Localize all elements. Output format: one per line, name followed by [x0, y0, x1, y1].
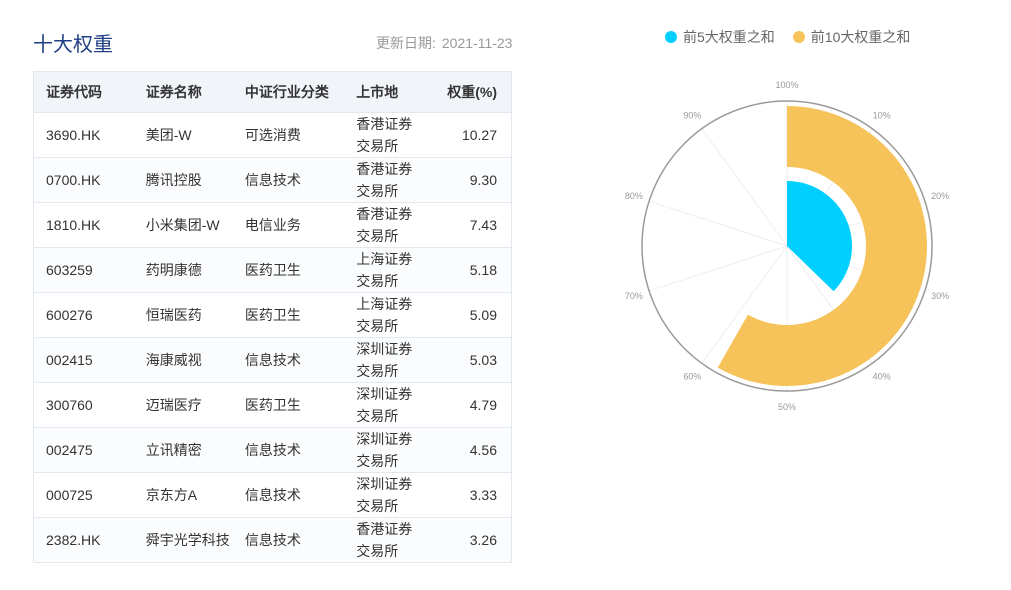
angle-gridline: [702, 129, 787, 246]
angle-tick-label: 80%: [625, 191, 643, 201]
angle-gridline: [649, 201, 787, 246]
angle-tick-label: 20%: [931, 191, 949, 201]
angle-tick-label: 100%: [775, 80, 798, 90]
angle-gridline: [649, 246, 787, 291]
angle-tick-label: 70%: [625, 291, 643, 301]
polar-bar-chart: 100% 10% 20% 30% 40% 50% 60% 70% 80% 90%: [0, 0, 1011, 590]
angle-tick-label: 30%: [931, 291, 949, 301]
angle-tick-label: 10%: [873, 111, 891, 121]
angle-tick-label: 90%: [683, 111, 701, 121]
angle-tick-label: 40%: [873, 371, 891, 381]
angle-tick-label: 60%: [683, 371, 701, 381]
angle-tick-label: 50%: [778, 402, 796, 412]
bar-top5: [787, 181, 852, 291]
